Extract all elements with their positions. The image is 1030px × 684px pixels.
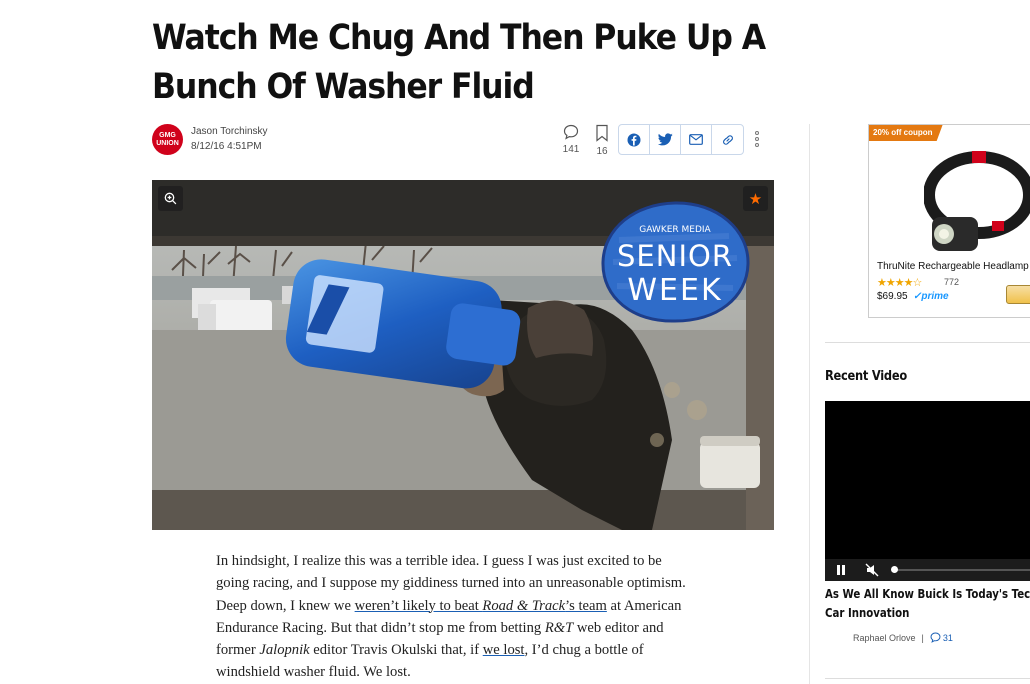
video-progress-bar[interactable] — [891, 566, 1030, 573]
ad-product-title: ThruNite Rechargeable Headlamp — [877, 261, 1029, 272]
video-title-line: As We All Know Buick Is Today's Technolo… — [825, 587, 1030, 601]
video-title[interactable]: As We All Know Buick Is Today's Technolo… — [825, 585, 1030, 623]
link-text: ’s team — [565, 597, 607, 614]
byline: GMG UNION Jason Torchinsky 8/12/16 4:51PM… — [152, 124, 772, 158]
comment-bubble-icon — [930, 632, 941, 643]
svg-text:WEEK: WEEK — [627, 273, 722, 308]
body-text: editor Travis Okulski that, if — [309, 642, 483, 659]
link-we-lost[interactable]: we lost — [483, 642, 525, 658]
headlamp-product-image — [924, 151, 1030, 251]
road-and-track-title: Road & Track — [482, 597, 566, 614]
mute-icon[interactable] — [865, 563, 879, 577]
author-link[interactable]: Jason Torchinsky — [191, 126, 268, 137]
svg-text:GAWKER MEDIA: GAWKER MEDIA — [639, 225, 711, 235]
zoom-image-button[interactable] — [158, 186, 183, 211]
rating-stars-icon: ★★★★☆ — [877, 277, 922, 289]
twitter-icon — [657, 133, 673, 146]
recent-video-heading: Recent Video — [825, 369, 907, 384]
article-body: In hindsight, I realize this was a terri… — [216, 550, 696, 684]
jalopnik-title: Jalopnik — [259, 642, 310, 659]
comments-count-label: 141 — [562, 144, 580, 155]
sidebar-rule — [825, 678, 1030, 679]
comments-count[interactable]: 141 — [559, 124, 583, 155]
sidebar-divider — [809, 124, 810, 684]
video-controls — [825, 559, 1030, 581]
publish-date: 8/12/16 4:51PM — [191, 141, 262, 152]
amazon-ad[interactable]: 20% off coupon ThruNite Rechargeable Hea… — [868, 124, 1030, 318]
more-options-icon[interactable] — [755, 131, 761, 149]
bookmark-icon — [596, 124, 608, 142]
email-icon — [689, 134, 703, 145]
video-comments[interactable]: 31 — [930, 632, 953, 643]
progress-scrubber[interactable] — [891, 566, 898, 573]
video-player[interactable] — [825, 401, 1030, 581]
comment-bubble-icon — [563, 124, 579, 140]
meta-separator: | — [921, 632, 924, 643]
link-beat-road-and-track[interactable]: weren’t likely to beat Road & Track’s te… — [355, 598, 607, 614]
copy-link-button[interactable] — [712, 125, 743, 154]
prime-logo: ✓prime — [913, 291, 949, 302]
zoom-in-icon — [164, 192, 177, 205]
bookmark-count[interactable]: 16 — [590, 124, 614, 157]
link-text: weren’t likely to beat — [354, 597, 483, 614]
sidebar-rule — [825, 342, 1030, 343]
senior-week-badge: GAWKER MEDIA SENIOR WEEK — [601, 201, 750, 323]
share-twitter-button[interactable] — [650, 125, 681, 154]
pause-icon[interactable] — [837, 565, 845, 575]
video-comments-count: 31 — [942, 632, 953, 643]
hero-image: ★ GAWKER MEDIA SENIOR WEEK — [152, 180, 774, 530]
ad-shop-button[interactable] — [1006, 285, 1030, 304]
share-facebook-button[interactable] — [619, 125, 650, 154]
video-title-line: Car Innovation — [825, 606, 910, 620]
ad-price: $69.95 — [877, 291, 908, 302]
bookmark-count-label: 16 — [596, 146, 608, 157]
rt-title: R&T — [544, 619, 574, 636]
share-bar — [618, 124, 744, 155]
video-author[interactable]: Raphael Orlove — [853, 633, 916, 643]
ad-rating-count: 772 — [944, 277, 960, 287]
video-meta: Raphael Orlove | 31 — [853, 632, 953, 643]
svg-text:SENIOR: SENIOR — [617, 239, 733, 273]
facebook-icon — [627, 133, 641, 146]
share-email-button[interactable] — [681, 125, 712, 154]
link-icon — [722, 134, 733, 145]
gmg-union-logo[interactable]: GMG UNION — [152, 124, 183, 155]
article-title: Watch Me Chug And Then Puke Up A Bunch O… — [152, 18, 766, 107]
